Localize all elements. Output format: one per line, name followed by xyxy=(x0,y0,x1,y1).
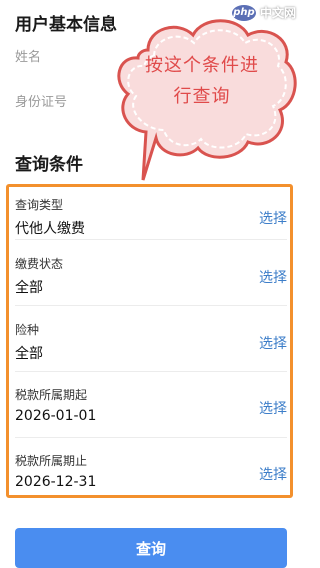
condition-value: 全部 xyxy=(15,280,43,296)
select-payment-status-button[interactable]: 选择 xyxy=(259,267,287,287)
select-insurance-type-button[interactable]: 选择 xyxy=(259,333,287,353)
condition-label: 税款所属期起 xyxy=(15,388,88,402)
select-tax-period-start-button[interactable]: 选择 xyxy=(259,398,287,418)
divider xyxy=(15,305,287,306)
query-conditions-title: 查询条件 xyxy=(15,155,83,175)
name-field-label[interactable]: 姓名 xyxy=(15,46,41,65)
divider xyxy=(15,437,287,438)
condition-label: 缴费状态 xyxy=(15,257,64,271)
select-query-type-button[interactable]: 选择 xyxy=(259,208,287,228)
callout-text: 按这个条件进行查询 xyxy=(145,55,259,107)
condition-label: 险种 xyxy=(15,323,40,337)
user-info-title: 用户基本信息 xyxy=(15,15,117,35)
condition-insurance-type[interactable]: 险种 全部 选择 xyxy=(15,311,287,377)
query-button[interactable]: 查询 xyxy=(15,528,287,568)
condition-payment-status[interactable]: 缴费状态 全部 选择 xyxy=(15,245,287,311)
condition-value: 代他人缴费 xyxy=(15,221,85,237)
select-tax-period-end-button[interactable]: 选择 xyxy=(259,464,287,484)
condition-value: 2026-12-31 xyxy=(15,474,97,490)
divider xyxy=(15,371,287,372)
condition-value: 全部 xyxy=(15,346,43,362)
condition-tax-period-end[interactable]: 税款所属期止 2026-12-31 选择 xyxy=(15,442,287,508)
divider xyxy=(15,239,287,240)
condition-value: 2026-01-01 xyxy=(15,408,97,424)
condition-label: 查询类型 xyxy=(15,198,64,212)
id-number-field-label[interactable]: 身份证号 xyxy=(15,91,67,110)
condition-tax-period-start[interactable]: 税款所属期起 2026-01-01 选择 xyxy=(15,376,287,442)
condition-query-type[interactable]: 查询类型 代他人缴费 选择 xyxy=(15,186,287,252)
condition-label: 税款所属期止 xyxy=(15,454,88,468)
